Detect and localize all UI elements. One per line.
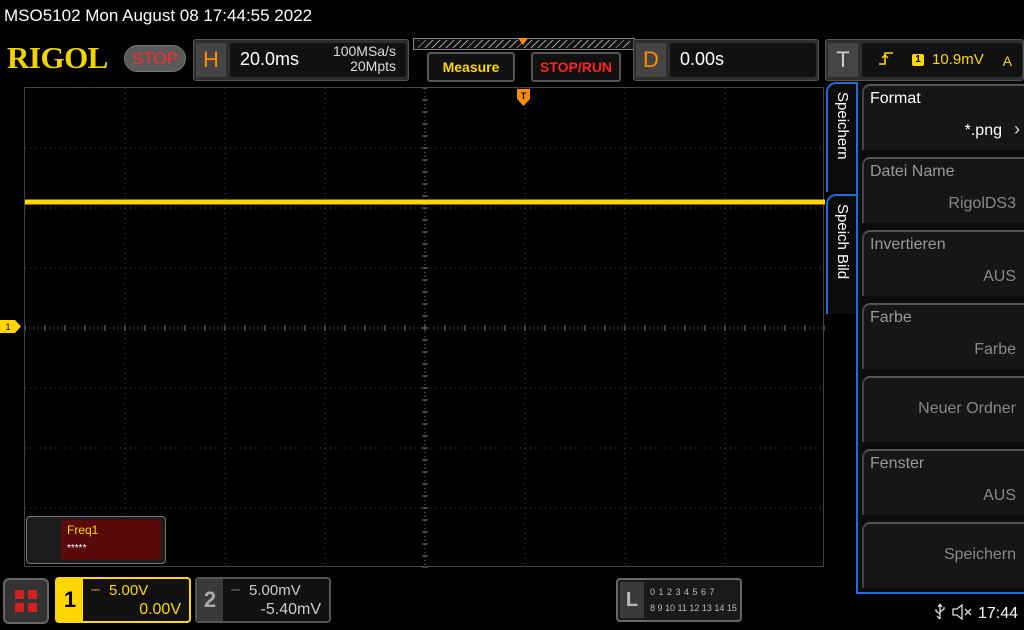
tab-speich-bild[interactable]: Speich Bild <box>826 194 858 314</box>
channel1-panel[interactable]: 1 ⎓ 5.00V 0.00V <box>55 577 191 623</box>
delay-panel[interactable]: D 0.00s <box>633 39 819 81</box>
rising-edge-icon <box>878 50 894 68</box>
channel1-number: 1 <box>57 579 83 621</box>
menu-item-value: Neuer Ordner <box>918 400 1016 417</box>
menu-item-fenster[interactable]: Fenster AUS <box>862 449 1024 515</box>
delay-letter: D <box>636 43 666 77</box>
side-tabs: Speichern Speich Bild <box>824 82 858 342</box>
tab-speich-bild-label: Speich Bild <box>834 204 851 280</box>
channel2-number: 2 <box>197 579 223 621</box>
ch1-marker-label: 1 <box>5 322 10 332</box>
measurement-name: Freq1 <box>67 523 99 537</box>
ch1-offset-marker[interactable]: 1 <box>0 320 22 333</box>
speaker-muted-icon[interactable] <box>952 603 972 625</box>
memory-depth: 20Mpts <box>350 58 396 74</box>
measure-button[interactable]: Measure <box>427 52 515 82</box>
channel1-offset: 0.00V <box>139 601 181 618</box>
stop-run-button[interactable]: STOP/RUN <box>531 52 621 82</box>
menu-item-farbe[interactable]: Farbe Farbe <box>862 303 1024 369</box>
logic-letter: L <box>620 582 644 618</box>
menu-item-value: AUS <box>983 487 1016 504</box>
channel2-offset: -5.40mV <box>260 601 321 618</box>
grid-square-icon <box>28 603 37 612</box>
menu-item-invertieren[interactable]: Invertieren AUS <box>862 230 1024 296</box>
horizontal-letter: H <box>196 43 226 77</box>
usb-icon <box>934 603 946 626</box>
side-menu: Format *.png › Datei Name RigolDS3 Inver… <box>856 82 1024 594</box>
menu-item-value: AUS <box>983 268 1016 285</box>
svg-text:T: T <box>521 91 527 101</box>
trigger-position-marker <box>518 38 528 45</box>
run-state-badge[interactable]: STOP <box>124 45 186 72</box>
logic-channels-row1: 0 1 2 3 4 5 6 7 <box>650 587 716 597</box>
app-menu-button[interactable] <box>3 578 49 624</box>
timebase-value: 20.0ms <box>240 49 300 69</box>
grid-square-icon <box>15 603 24 612</box>
grid-svg <box>25 88 825 568</box>
trigger-letter: T <box>828 43 858 77</box>
horizontal-panel[interactable]: H 20.0ms 100MSa/s 20Mpts <box>193 39 409 81</box>
dc-coupling-icon: ⎓ <box>91 584 100 596</box>
menu-item-value: RigolDS3 <box>948 195 1016 212</box>
sample-rate: 100MSa/s <box>332 43 396 59</box>
menu-item-value: *.png <box>964 122 1002 139</box>
waveform-grid[interactable] <box>24 87 825 568</box>
menu-item-format[interactable]: Format *.png › <box>862 84 1024 150</box>
menu-item-datei-name[interactable]: Datei Name RigolDS3 <box>862 157 1024 223</box>
trigger-time-marker[interactable]: T <box>517 89 530 107</box>
tab-speichern-label: Speichern <box>834 92 851 160</box>
menu-item-title: Format <box>870 90 921 107</box>
grid-square-icon <box>15 590 24 599</box>
menu-item-value: Speichern <box>943 546 1016 563</box>
channel1-scale: 5.00V <box>109 582 149 599</box>
tab-speichern[interactable]: Speichern <box>826 82 858 192</box>
trigger-source-badge: 1 <box>912 54 924 66</box>
chevron-right-icon: › <box>1014 119 1020 139</box>
trigger-panel[interactable]: T 1 10.9mV A <box>825 39 1024 81</box>
title-bar: MSO5102 Mon August 08 17:44:55 2022 <box>0 0 1024 32</box>
menu-item-neuer-ordner[interactable]: Neuer Ordner <box>862 376 1024 442</box>
model-datetime: MSO5102 Mon August 08 17:44:55 2022 <box>4 6 313 25</box>
logic-channels-row2: 8 9 10 11 12 13 14 15 <box>650 603 737 613</box>
clock-time: 17:44 <box>977 605 1018 622</box>
logic-analyzer-panel[interactable]: L 0 1 2 3 4 5 6 7 8 9 10 11 12 13 14 15 <box>616 578 742 622</box>
delay-value: 0.00s <box>680 49 725 69</box>
trigger-level: 10.9mV <box>932 51 984 68</box>
menu-item-speichern[interactable]: Speichern <box>862 522 1024 588</box>
measurement-box[interactable]: Freq1 ***** <box>26 516 166 564</box>
status-area: 17:44 <box>934 603 1018 625</box>
menu-item-value: Farbe <box>974 341 1016 358</box>
menu-item-title: Invertieren <box>870 236 946 253</box>
trigger-mode: A <box>1002 53 1012 69</box>
grid-square-icon <box>28 590 37 599</box>
menu-item-title: Farbe <box>870 309 912 326</box>
measurement-value: ***** <box>67 543 87 554</box>
dc-coupling-icon: ⎓ <box>231 584 240 596</box>
memory-position-strip[interactable] <box>413 38 635 50</box>
rigol-logo: RIGOL <box>7 40 108 75</box>
channel2-scale: 5.00mV <box>249 582 301 599</box>
menu-item-title: Datei Name <box>870 163 955 180</box>
menu-item-title: Fenster <box>870 455 925 472</box>
channel2-panel[interactable]: 2 ⎓ 5.00mV -5.40mV <box>195 577 331 623</box>
